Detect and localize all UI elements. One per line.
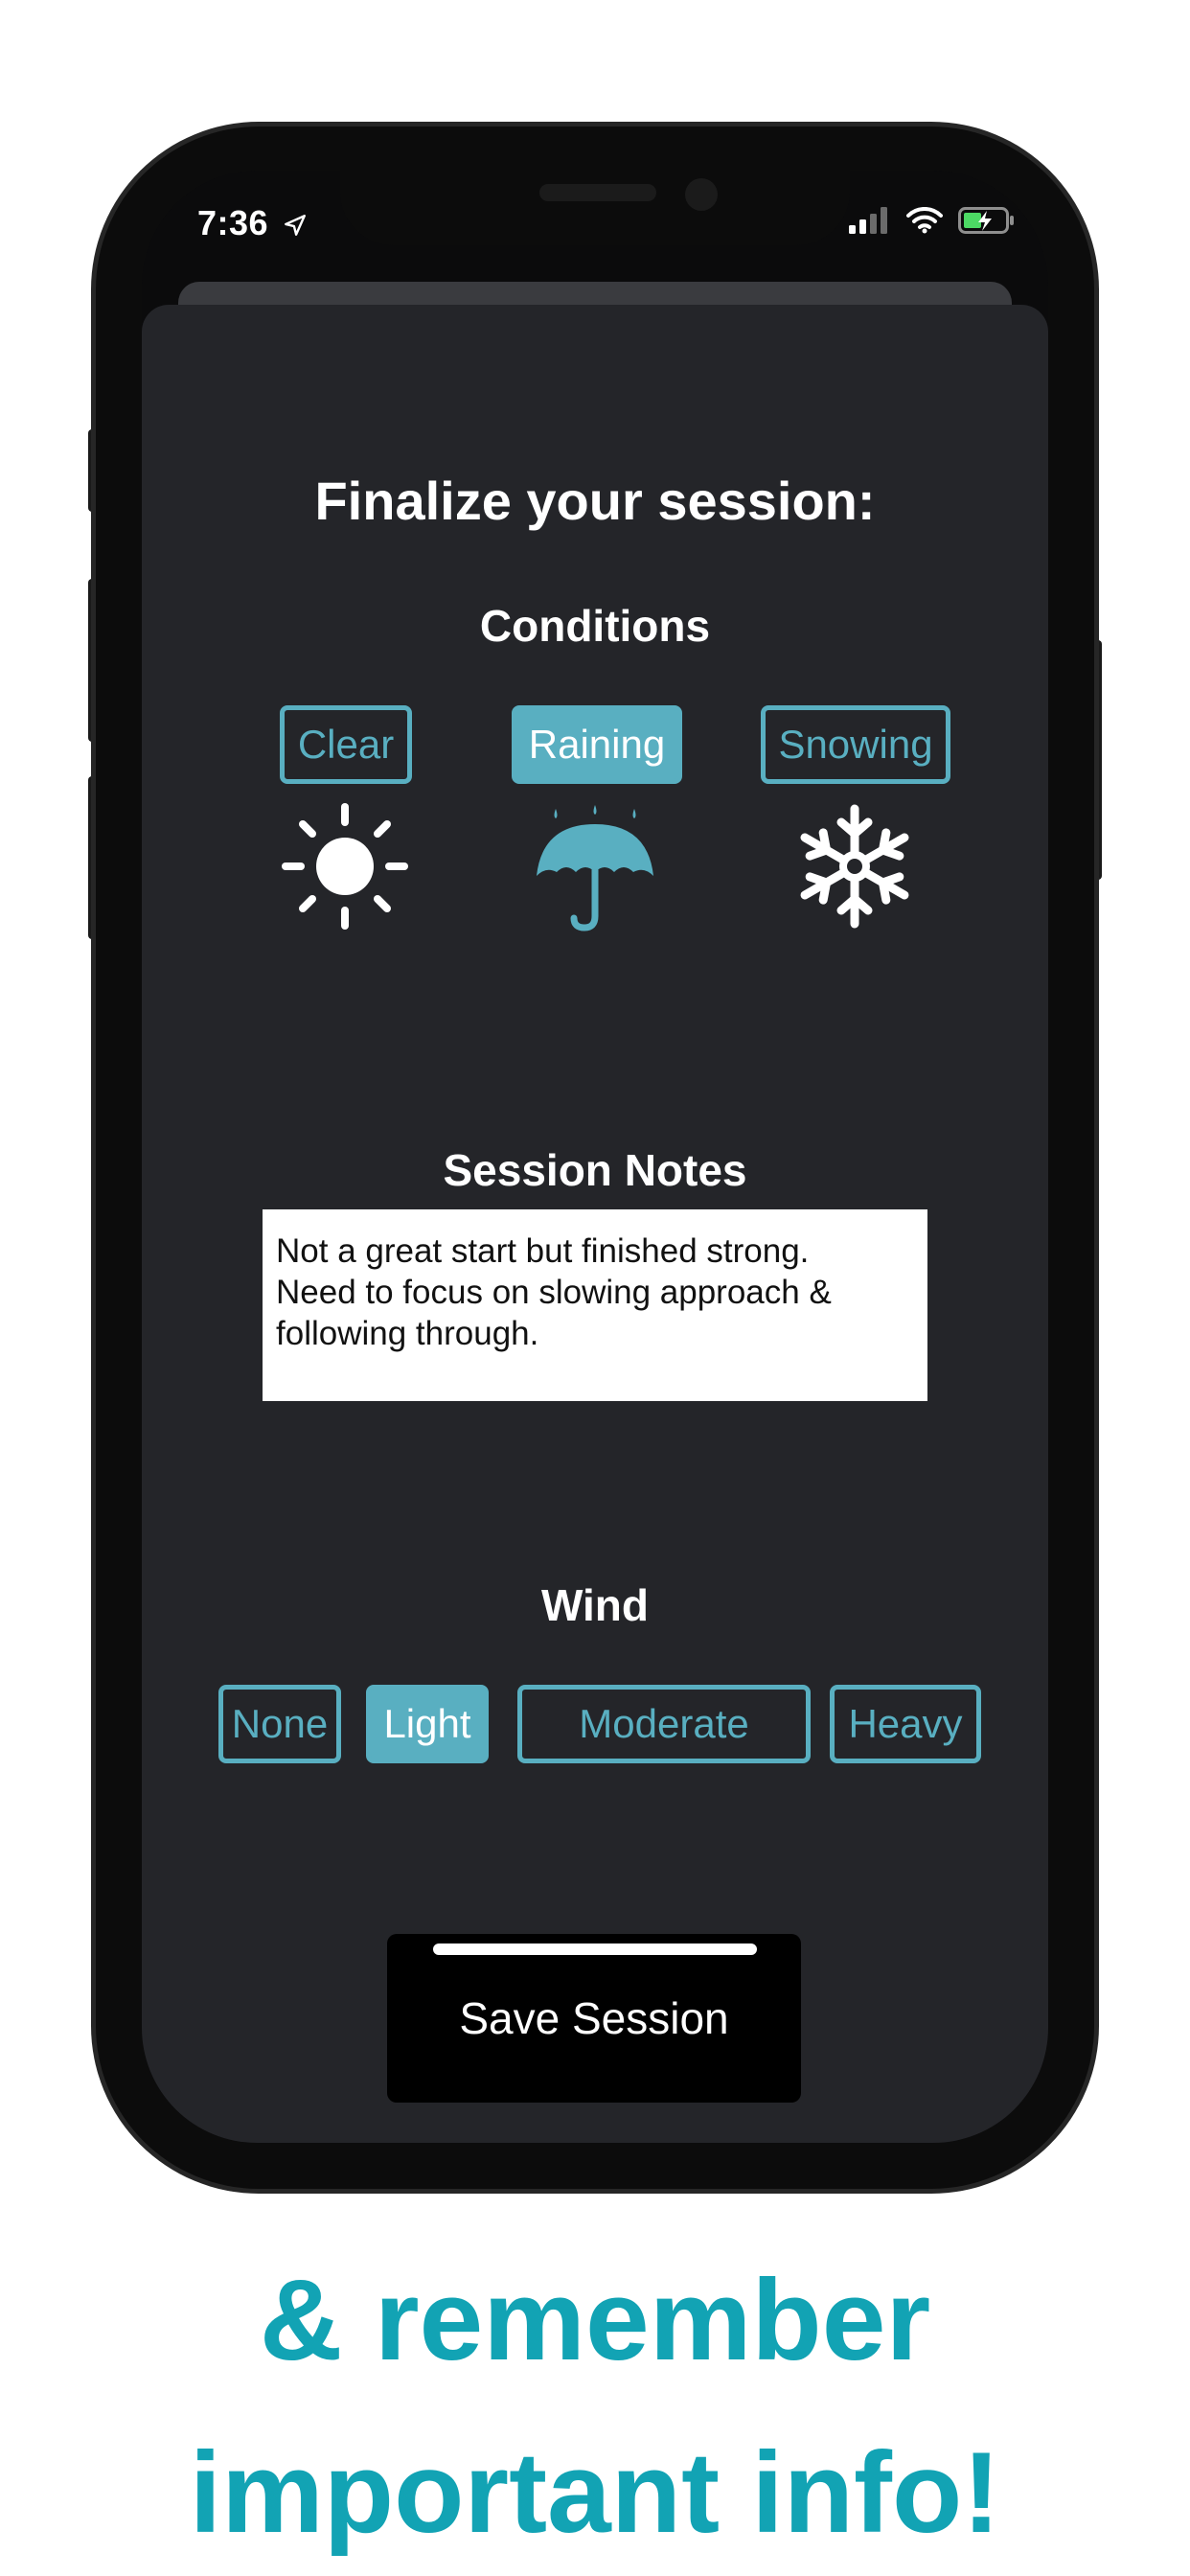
- wind-moderate-button[interactable]: Moderate: [517, 1685, 811, 1763]
- status-indicators: [849, 207, 1016, 234]
- condition-clear-button[interactable]: Clear: [280, 705, 412, 784]
- battery-charging-icon: [958, 207, 1014, 234]
- conditions-heading: Conditions: [479, 601, 711, 651]
- home-indicator[interactable]: [433, 1944, 757, 1955]
- phone-screen: 7:36 Finalize your session: Conditions C…: [142, 171, 1048, 2143]
- status-time: 7:36: [197, 203, 308, 243]
- finalize-session-sheet: Finalize your session: Conditions Clear …: [142, 305, 1048, 2143]
- tagline-line-2: important info!: [189, 2428, 1001, 2557]
- sheet-title: Finalize your session:: [314, 471, 876, 531]
- wind-none-button[interactable]: None: [218, 1685, 341, 1763]
- wind-light-button[interactable]: Light: [366, 1685, 489, 1763]
- wifi-icon: [906, 207, 943, 234]
- wind-heavy-button[interactable]: Heavy: [830, 1685, 981, 1763]
- speaker: [539, 184, 656, 201]
- sun-icon[interactable]: [280, 801, 410, 932]
- notch: [340, 171, 850, 245]
- session-notes-input[interactable]: Not a great start but finished strong. N…: [263, 1209, 927, 1401]
- condition-snowing-button[interactable]: Snowing: [761, 705, 950, 784]
- tagline-line-1: & remember: [259, 2256, 931, 2384]
- umbrella-icon[interactable]: [533, 803, 657, 933]
- location-arrow-icon: [284, 215, 306, 237]
- session-notes-heading: Session Notes: [443, 1145, 747, 1195]
- snowflake-icon[interactable]: [790, 801, 920, 932]
- cellular-signal-icon: [849, 207, 887, 234]
- condition-raining-button[interactable]: Raining: [512, 705, 682, 784]
- front-camera: [685, 178, 718, 211]
- status-time-text: 7:36: [197, 203, 269, 242]
- wind-heading: Wind: [541, 1580, 649, 1630]
- save-session-button[interactable]: Save Session: [387, 1934, 801, 2103]
